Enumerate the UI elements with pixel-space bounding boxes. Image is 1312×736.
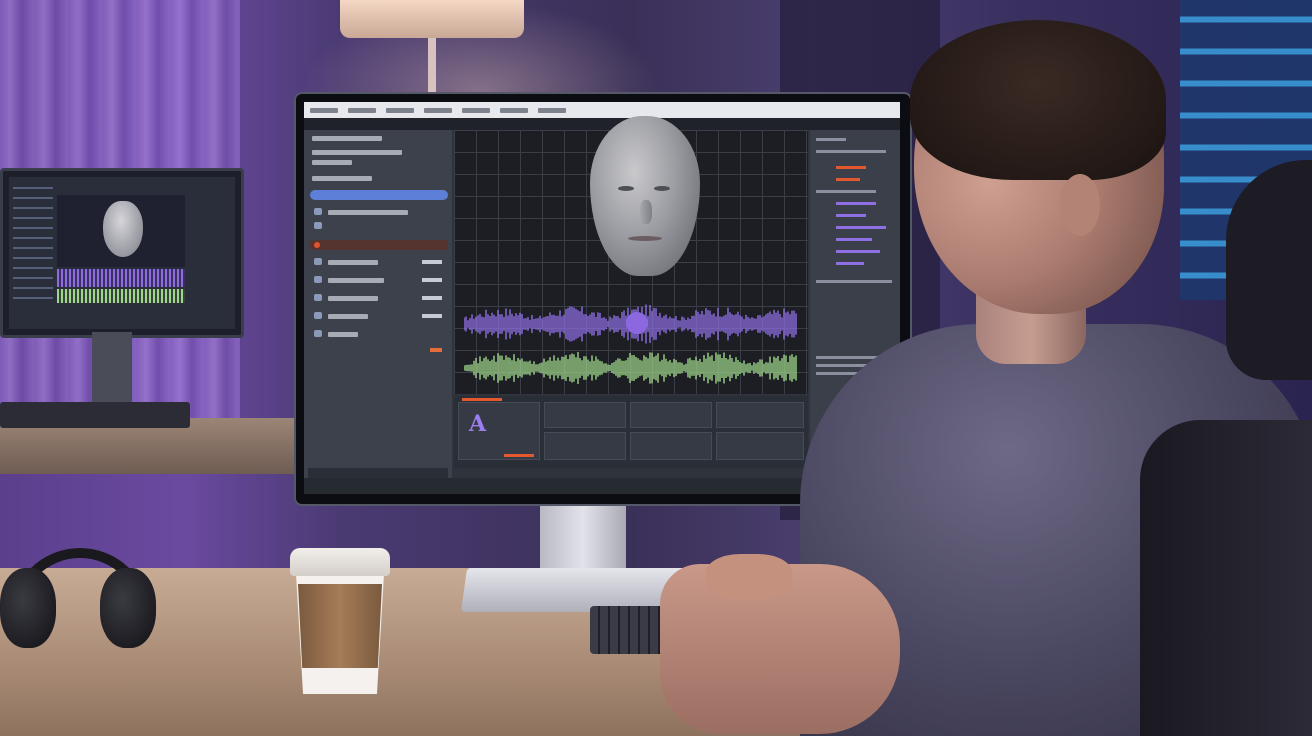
- app-logo: A: [469, 411, 487, 437]
- person-ear: [1060, 174, 1100, 236]
- sidebar-value-alert: [430, 348, 442, 352]
- sidebar-item[interactable]: [328, 210, 408, 215]
- headphones: [0, 548, 160, 658]
- background-monitor: [0, 168, 244, 338]
- background-viewport: [57, 195, 185, 267]
- headphone-cup: [0, 568, 56, 648]
- cloud-icon: [314, 258, 322, 265]
- sidebar-item[interactable]: [312, 160, 352, 165]
- face-model-icon: [103, 201, 143, 257]
- sidebar-value: [422, 260, 442, 264]
- waveform-icon: [57, 269, 185, 287]
- audio-icon: [314, 276, 322, 283]
- menu-item[interactable]: [500, 107, 528, 113]
- menu-item[interactable]: [538, 107, 566, 113]
- progress-bar: [504, 454, 534, 457]
- sidebar: [304, 130, 452, 494]
- control-cell[interactable]: A: [458, 402, 540, 460]
- control-cell[interactable]: [544, 402, 626, 428]
- menu-item[interactable]: [462, 107, 490, 113]
- sidebar-item[interactable]: [328, 314, 368, 319]
- sidebar-item[interactable]: [312, 150, 402, 155]
- record-icon: [314, 242, 320, 248]
- layers-icon: [314, 312, 322, 319]
- sidebar-item-selected[interactable]: [310, 190, 448, 200]
- face-mouth: [628, 236, 662, 241]
- progress-bar: [462, 398, 502, 401]
- photo-scene: A: [0, 0, 1312, 736]
- grid-icon: [314, 330, 322, 337]
- sidebar-item[interactable]: [328, 332, 358, 337]
- menu-item[interactable]: [348, 107, 376, 113]
- sidebar-item[interactable]: [328, 260, 378, 265]
- background-monitor-stand: [92, 332, 132, 402]
- headphone-cup: [100, 568, 156, 648]
- sidebar-value: [422, 314, 442, 318]
- face-eye-left: [618, 186, 634, 191]
- person-hair: [910, 20, 1166, 180]
- file-icon: [314, 222, 322, 229]
- settings-icon: [314, 294, 322, 301]
- coffee-cup: [290, 548, 390, 694]
- menu-item[interactable]: [424, 107, 452, 113]
- sidebar-title: [312, 136, 382, 141]
- face-nose: [640, 200, 652, 224]
- sidebar-value: [422, 296, 442, 300]
- background-keyboard: [0, 402, 190, 428]
- menu-item[interactable]: [310, 107, 338, 113]
- control-cell[interactable]: [544, 432, 626, 460]
- cup-lid: [290, 548, 390, 576]
- lamp-pole: [428, 38, 436, 98]
- waveform-icon: [57, 289, 185, 303]
- sidebar-item[interactable]: [328, 296, 378, 301]
- sidebar-alert-row[interactable]: [310, 240, 448, 250]
- sidebar-value: [422, 278, 442, 282]
- folder-icon: [314, 208, 322, 215]
- menu-item[interactable]: [386, 107, 414, 113]
- cup-sleeve: [298, 584, 382, 668]
- background-sidebar: [13, 187, 53, 307]
- chair: [1140, 420, 1312, 736]
- lamp-shade: [340, 0, 524, 38]
- sidebar-item[interactable]: [312, 176, 372, 181]
- person-hand: [706, 554, 792, 600]
- background-screen: [9, 177, 235, 329]
- playhead-icon[interactable]: [626, 312, 648, 334]
- sidebar-item[interactable]: [328, 278, 384, 283]
